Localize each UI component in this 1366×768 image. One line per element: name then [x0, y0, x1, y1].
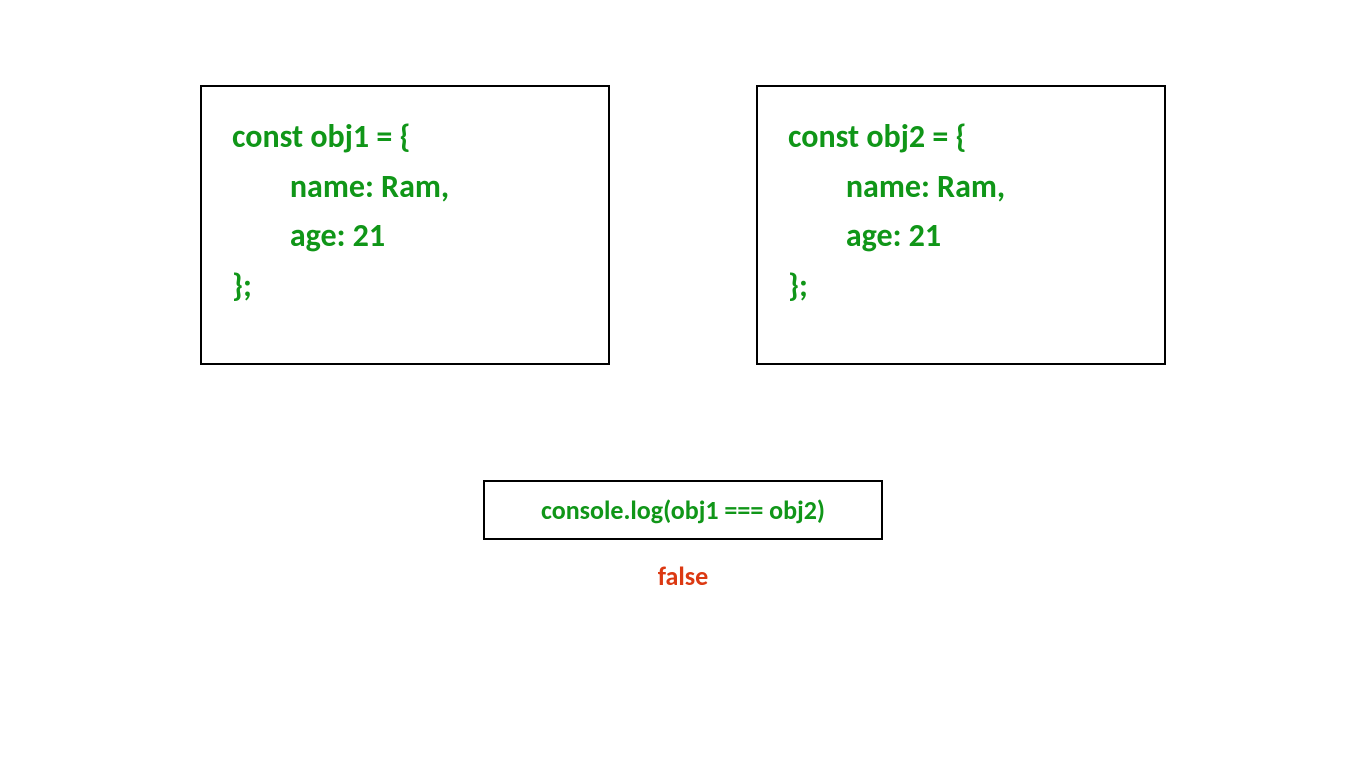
result-output: false	[658, 560, 709, 592]
obj1-line3: age: 21	[232, 216, 385, 255]
console-box: console.log(obj1 === obj2)	[483, 480, 883, 540]
obj2-line3: age: 21	[788, 216, 941, 255]
code-box-obj1: const obj1 = { name: Ram, age: 21 };	[200, 85, 610, 365]
obj2-line1: const obj2 = {	[788, 117, 967, 156]
code-text-obj2: const obj2 = { name: Ram, age: 21 };	[788, 112, 1134, 310]
code-boxes-container: const obj1 = { name: Ram, age: 21 }; con…	[200, 85, 1166, 365]
code-box-obj2: const obj2 = { name: Ram, age: 21 };	[756, 85, 1166, 365]
obj1-line2: name: Ram,	[232, 167, 449, 206]
obj2-line4: };	[788, 266, 808, 305]
obj1-line4: };	[232, 266, 252, 305]
obj1-line1: const obj1 = {	[232, 117, 411, 156]
console-statement: console.log(obj1 === obj2)	[505, 494, 861, 526]
code-text-obj1: const obj1 = { name: Ram, age: 21 };	[232, 112, 578, 310]
obj2-line2: name: Ram,	[788, 167, 1005, 206]
